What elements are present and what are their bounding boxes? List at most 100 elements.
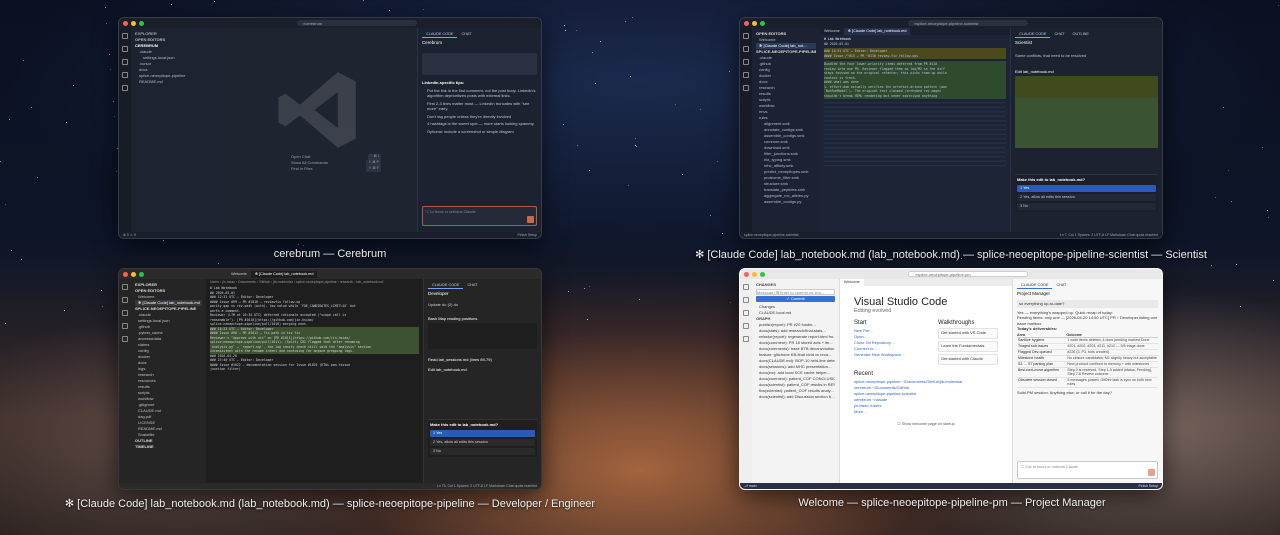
send-button[interactable] — [1148, 469, 1155, 476]
tab-lab-notebook[interactable]: ✻ [Claude Code] lab_notebook.md — [250, 270, 318, 278]
explorer-icon[interactable] — [122, 284, 128, 290]
show-on-startup-checkbox[interactable]: ☐ Show welcome page on startup — [854, 421, 998, 426]
tab-chat[interactable]: CHAT — [1052, 282, 1070, 289]
editor-status[interactable]: Ln 7, Col 1 Spaces: 2 UTF-8 LF Markdown … — [1060, 232, 1158, 238]
source-control-icon[interactable] — [122, 59, 128, 65]
window-scientist[interactable]: ⌕ splice-neoepitope-pipeline-scientist O… — [739, 17, 1163, 239]
tab-welcome[interactable]: Welcome — [840, 279, 864, 286]
command-center-search[interactable]: ⌕ splice-neoepitope-pipeline-scientist — [908, 20, 1028, 26]
run-debug-icon[interactable] — [743, 323, 749, 329]
scm-item[interactable]: Message (⌘Enter to commit on 'ma... — [756, 289, 835, 295]
tool-call-read[interactable]: Read lab_sessions.md (lines 69-79) — [428, 357, 537, 363]
minimize-button[interactable] — [131, 20, 136, 26]
extensions-icon[interactable] — [743, 85, 749, 91]
titlebar[interactable]: ⌕ cerebrum — [119, 18, 541, 28]
search-icon[interactable] — [122, 297, 128, 303]
shortcut-row[interactable]: Find in Files ⇧ ⌘ F — [291, 166, 381, 173]
choice-yes[interactable]: 1 Yes — [430, 429, 535, 437]
problems-status[interactable]: ⊗ 0 ⚠ 0 — [123, 232, 136, 238]
close-button[interactable] — [123, 271, 128, 277]
extensions-icon[interactable] — [122, 336, 128, 342]
run-debug-icon[interactable] — [122, 323, 128, 329]
window-label[interactable]: cerebrum — Cerebrum — [118, 248, 542, 260]
search-icon[interactable] — [743, 297, 749, 303]
command-center-search[interactable]: ⌕ splice-neoepitope-pipeline-pm — [908, 271, 1028, 277]
close-button[interactable] — [744, 20, 749, 26]
chat-tabs: CLAUDE CODE CHAT — [422, 31, 537, 38]
choice-yes-all[interactable]: 2 Yes, allow all edits this session — [1017, 193, 1156, 201]
source-control-icon[interactable] — [743, 310, 749, 316]
run-debug-icon[interactable] — [122, 72, 128, 78]
tab-claude-code[interactable]: CLAUDE CODE — [1015, 31, 1051, 38]
run-debug-icon[interactable] — [743, 72, 749, 78]
tab-claude-code[interactable]: CLAUDE CODE — [428, 282, 464, 289]
minimize-button[interactable] — [752, 20, 757, 26]
tab-chat[interactable]: CHAT — [457, 31, 475, 38]
send-button[interactable] — [527, 216, 534, 223]
tree-item[interactable]: assemble_contigs.py — [756, 199, 816, 205]
window-cerebrum[interactable]: ⌕ cerebrum EXPLORER OPEN EDITORS CEREBRU… — [118, 17, 542, 239]
tool-call-edit[interactable]: Edit lab_notebook.md — [1015, 69, 1158, 75]
maximize-button[interactable] — [760, 271, 765, 277]
source-control-icon[interactable] — [743, 59, 749, 65]
choice-yes-all[interactable]: 2 Yes, allow all edits this session — [430, 438, 535, 446]
workspace-status[interactable]: splice-neoepitope-pipeline-scientist — [744, 232, 798, 238]
maximize-button[interactable] — [139, 271, 144, 277]
tab-claude-code[interactable]: CLAUDE CODE — [1017, 282, 1053, 289]
finish-setup-status[interactable]: Finish Setup — [1139, 483, 1158, 489]
chat-bullet: First 2-3 lines matter most — LinkedIn t… — [427, 100, 530, 112]
tab-claude-code[interactable]: CLAUDE CODE — [422, 31, 458, 38]
tab-lab-notebook[interactable]: ✻ [Claude Code] lab_notebook.md — [843, 28, 911, 35]
explorer-icon[interactable] — [743, 33, 749, 39]
source-control-icon[interactable] — [122, 310, 128, 316]
window-label[interactable]: Welcome — splice-neoepitope-pipeline-pm … — [700, 497, 1204, 509]
recent-link[interactable]: More… — [854, 409, 998, 415]
explorer-icon[interactable] — [743, 284, 749, 290]
window-label[interactable]: ✻ [Claude Code] lab_notebook.md (lab_not… — [0, 497, 660, 510]
walkthrough-card[interactable]: Get started with Claude — [938, 354, 998, 365]
tab-chat[interactable]: CHAT — [1050, 31, 1068, 38]
start-link[interactable]: Generate New Workspace… — [854, 352, 924, 358]
maximize-button[interactable] — [760, 20, 765, 26]
finish-setup-status[interactable]: Finish Setup — [518, 232, 537, 238]
explorer-icon[interactable] — [122, 33, 128, 39]
tab-chat[interactable]: CHAT — [463, 282, 481, 289]
scm-item[interactable]: docs(scientist): add Discussion section … — [756, 394, 835, 400]
minimize-button[interactable] — [752, 271, 757, 277]
close-button[interactable] — [744, 271, 749, 277]
extensions-icon[interactable] — [122, 85, 128, 91]
command-center-search[interactable]: ⌕ cerebrum — [297, 20, 417, 26]
walkthrough-card[interactable]: Get started with VS Code — [938, 328, 998, 339]
tab-welcome[interactable]: Welcome — [820, 28, 844, 35]
scm-item[interactable]: ✓ Commit — [756, 296, 835, 302]
choice-no[interactable]: 3 No — [430, 447, 535, 455]
choice-yes[interactable]: 1 Yes — [1017, 184, 1156, 192]
editor-status[interactable]: Ln 75, Col 1 Spaces: 2 UTF-8 LF Markdown… — [437, 483, 537, 489]
tab-outline[interactable]: OUTLINE — [1069, 31, 1093, 38]
scm-item[interactable]: CHANGES — [756, 282, 835, 288]
tree-item[interactable]: README.md — [135, 79, 215, 85]
tab-welcome[interactable]: Welcome — [227, 271, 251, 278]
walkthrough-card[interactable]: Learn the Fundamentals — [938, 341, 998, 352]
window-project-manager[interactable]: ⌕ splice-neoepitope-pipeline-pm CHANGES M… — [739, 268, 1163, 490]
extensions-icon[interactable] — [743, 336, 749, 342]
branch-status[interactable]: ⎇ main — [744, 483, 757, 489]
window-label[interactable]: ✻ [Claude Code] lab_notebook.md (lab_not… — [660, 248, 1242, 261]
titlebar[interactable]: ⌕ splice-neoepitope-pipeline-pm — [740, 269, 1162, 279]
choice-no[interactable]: 3 No — [1017, 202, 1156, 210]
chat-input[interactable]: ⌥ Esc to focus or unfocus Claude — [1017, 461, 1158, 479]
search-icon[interactable] — [743, 46, 749, 52]
minimize-button[interactable] — [131, 271, 136, 277]
chat-input[interactable]: ⌥ to focus or unfocus Claude — [422, 206, 537, 226]
titlebar[interactable]: Welcome ✻ [Claude Code] lab_notebook.md — [119, 269, 541, 279]
tool-call-bash[interactable]: Bash Map reading positions — [428, 316, 537, 322]
maximize-button[interactable] — [139, 20, 144, 26]
close-button[interactable] — [123, 20, 128, 26]
tool-call-edit[interactable]: Edit lab_notebook.md — [428, 367, 537, 373]
search-icon[interactable] — [122, 46, 128, 52]
titlebar[interactable]: ⌕ splice-neoepitope-pipeline-scientist — [740, 18, 1162, 28]
code-line[interactable]: junction filter) — [210, 367, 419, 372]
window-developer[interactable]: Welcome ✻ [Claude Code] lab_notebook.md … — [118, 268, 542, 490]
tree-item[interactable]: TIMELINE — [135, 444, 202, 450]
chat-bullet: 4 hashtags is the sweet spot — more star… — [427, 121, 535, 126]
